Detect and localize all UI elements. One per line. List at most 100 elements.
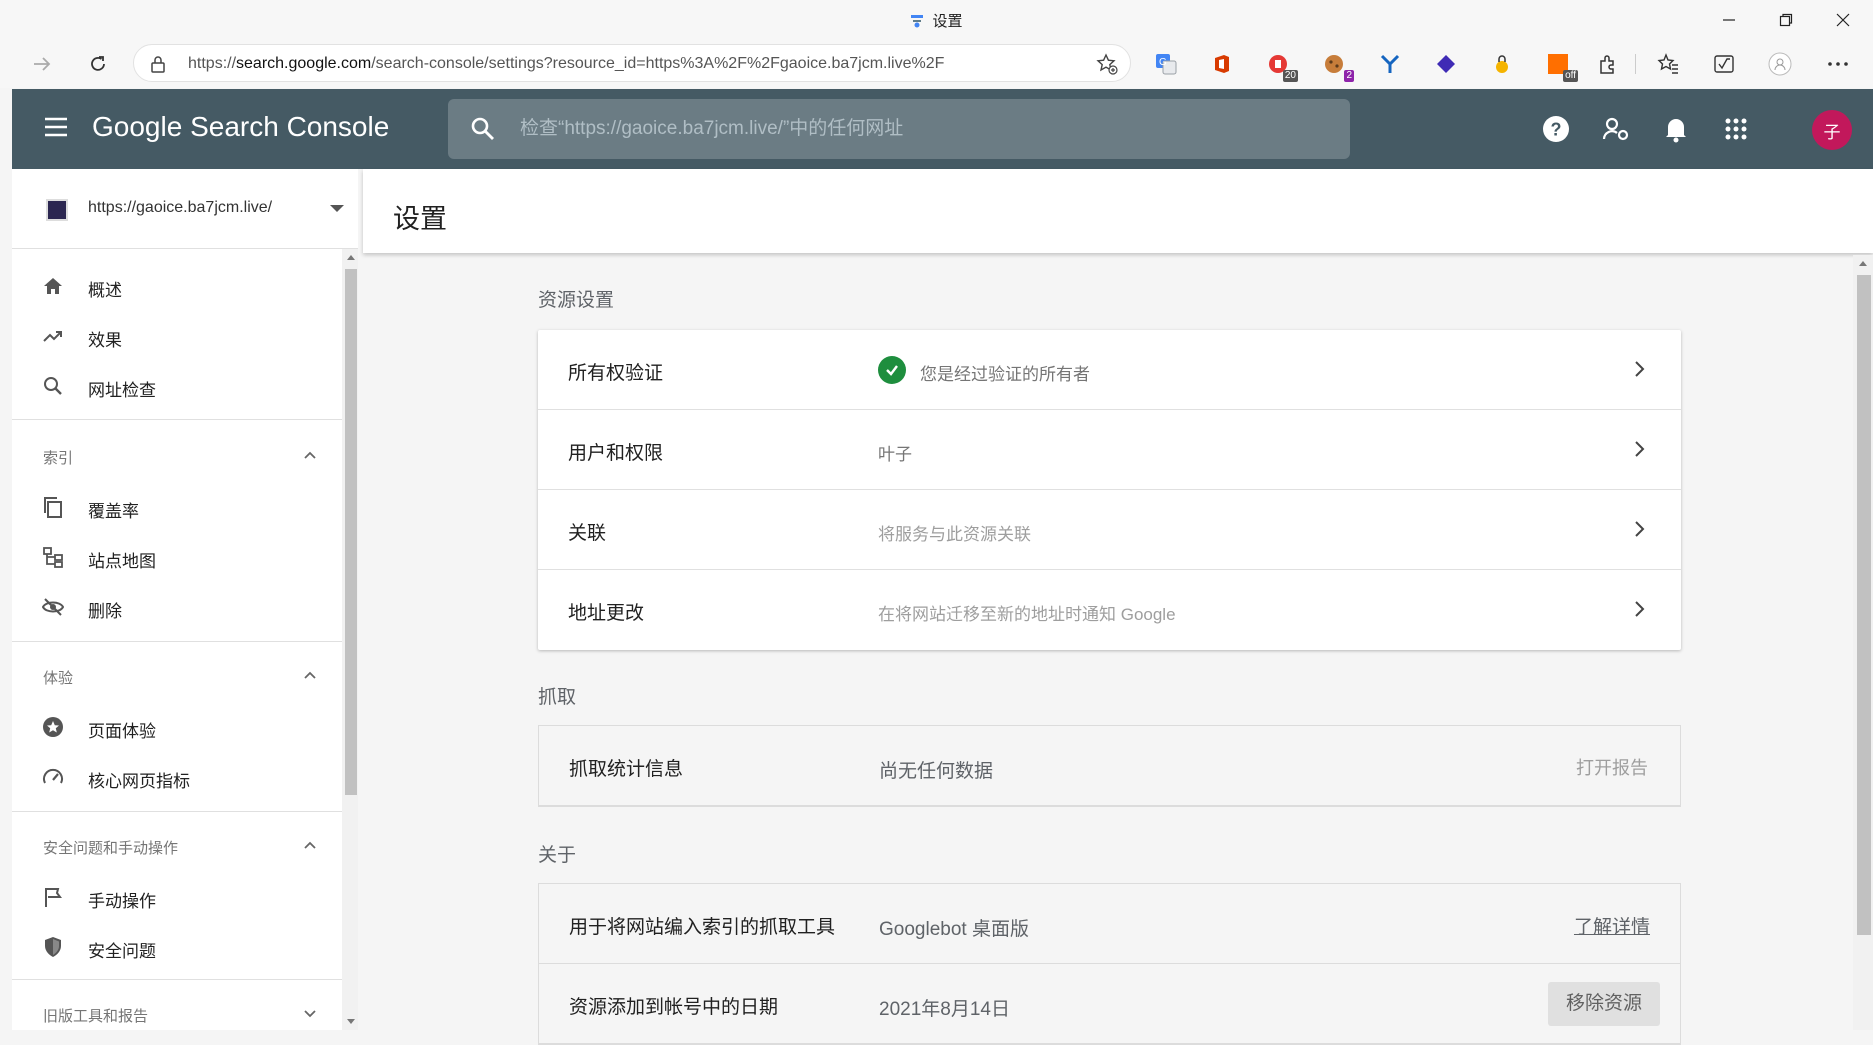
sidebar-item-security-issues[interactable]: 安全问题: [12, 923, 342, 969]
profile-icon[interactable]: [1766, 50, 1794, 78]
search-icon: [44, 377, 62, 395]
lock-ext-icon[interactable]: [1488, 50, 1516, 78]
section-title: 体验: [43, 670, 74, 687]
content-scroll-thumb[interactable]: [1857, 275, 1871, 935]
row-value: 您是经过验证的所有者: [920, 365, 1090, 384]
account-avatar[interactable]: 子: [1812, 110, 1852, 150]
extensions-puzzle-icon[interactable]: [1594, 50, 1622, 78]
svg-text:?: ?: [1551, 120, 1562, 140]
lock-icon[interactable]: [150, 55, 166, 73]
search-input[interactable]: [520, 113, 1320, 145]
sidebar-item-overview[interactable]: 概述: [12, 262, 342, 308]
sidebar-divider: [12, 811, 342, 812]
adblock-icon[interactable]: 20: [1264, 50, 1298, 82]
sidebar-item-sitemaps[interactable]: 站点地图: [12, 533, 342, 579]
math-solver-icon[interactable]: [1710, 50, 1738, 78]
favorites-icon[interactable]: [1654, 50, 1682, 78]
row-label: 用户和权限: [568, 443, 664, 464]
office-icon[interactable]: [1208, 50, 1236, 78]
sidebar-item-performance[interactable]: 效果: [12, 312, 342, 358]
sidebar-divider: [12, 641, 342, 642]
property-favicon: [46, 199, 68, 221]
property-selector[interactable]: https://gaoice.ba7jcm.live/: [12, 169, 358, 249]
dropdown-arrow-icon[interactable]: [330, 205, 344, 212]
sidebar-item-label: 安全问题: [88, 942, 156, 961]
star-circle-icon: [43, 717, 63, 737]
sidebar-item-url-inspection[interactable]: 网址检查: [12, 362, 342, 408]
sidebar-section-index[interactable]: 索引: [12, 435, 342, 475]
sidebar-item-manual-actions[interactable]: 手动操作: [12, 873, 342, 919]
remove-property-button[interactable]: 移除资源: [1547, 982, 1660, 1026]
sidebar-section-experience[interactable]: 体验: [12, 655, 342, 695]
users-permissions-row[interactable]: 用户和权限 叶子: [538, 410, 1681, 490]
forward-button[interactable]: [24, 46, 60, 82]
shield-icon: [45, 937, 61, 957]
layers-icon[interactable]: [1432, 50, 1460, 78]
trending-up-icon: [43, 331, 62, 342]
chevron-right-icon: [1635, 441, 1645, 457]
sidebar-divider: [12, 979, 342, 980]
off-ext-icon[interactable]: off: [1544, 50, 1578, 82]
row-label: 抓取统计信息: [569, 759, 684, 780]
sidebar-scroll-thumb[interactable]: [345, 269, 357, 795]
scroll-up-arrow[interactable]: [347, 255, 355, 260]
resource-settings-title: 资源设置: [538, 290, 615, 311]
sidebar-item-core-web-vitals[interactable]: 核心网页指标: [12, 753, 342, 799]
sidebar-item-removals[interactable]: 删除: [12, 583, 342, 629]
content-scrollbar[interactable]: [1853, 255, 1873, 1030]
associations-row[interactable]: 关联 将服务与此资源关联: [538, 490, 1681, 570]
learn-more-link[interactable]: 了解详情: [1574, 912, 1650, 939]
minimize-button[interactable]: [1706, 2, 1752, 38]
row-label: 关联: [568, 523, 607, 544]
admin-settings-icon[interactable]: [1598, 111, 1634, 147]
change-of-address-row[interactable]: 地址更改 在将网站迁移至新的地址时通知 Google: [538, 570, 1681, 650]
scroll-up-arrow[interactable]: [1859, 261, 1867, 266]
close-window-button[interactable]: [1820, 2, 1866, 38]
chevron-right-icon: [1635, 361, 1645, 377]
notifications-icon[interactable]: [1658, 111, 1694, 147]
chevron-up-icon: [304, 841, 316, 849]
apps-grid-icon[interactable]: [1718, 111, 1754, 147]
sidebar-section-security[interactable]: 安全问题和手动操作: [12, 825, 342, 865]
arrow-right-icon: [34, 57, 51, 71]
svg-text:G: G: [1159, 57, 1167, 68]
help-icon[interactable]: ?: [1538, 111, 1574, 147]
row-value: Googlebot 桌面版: [879, 919, 1029, 940]
section-title: 索引: [43, 450, 74, 467]
url-prefix: https://: [188, 55, 237, 72]
row-value: 叶子: [878, 445, 912, 464]
row-label: 用于将网站编入索引的抓取工具: [569, 917, 836, 938]
menu-icon[interactable]: [44, 117, 68, 137]
toolbar-separator: [1635, 54, 1636, 74]
restore-button[interactable]: [1763, 2, 1809, 38]
scroll-down-arrow[interactable]: [347, 1019, 355, 1024]
window-title: 设置: [0, 10, 1873, 31]
reload-button[interactable]: [80, 46, 116, 82]
chevron-right-icon: [1635, 521, 1645, 537]
open-report-button[interactable]: 打开报告: [1576, 754, 1648, 780]
cookie-icon[interactable]: 2: [1320, 50, 1354, 82]
y-icon[interactable]: [1376, 50, 1404, 78]
chevron-up-icon: [304, 451, 316, 459]
ownership-verification-row[interactable]: 所有权验证 您是经过验证的所有者: [538, 330, 1681, 410]
reload-icon: [91, 56, 105, 71]
row-value: 尚无任何数据: [879, 761, 994, 782]
url-inspection-search[interactable]: [448, 99, 1350, 159]
gauge-icon: [43, 768, 63, 784]
add-favorite-icon[interactable]: [1096, 53, 1118, 75]
sidebar-section-legacy[interactable]: 旧版工具和报告: [12, 993, 342, 1030]
sidebar-item-page-experience[interactable]: 页面体验: [12, 703, 342, 749]
app-brand[interactable]: Google Search Console: [92, 111, 389, 143]
settings-content: 资源设置 所有权验证 您是经过验证的所有者 用户和权限 叶子 关联 将服务与此资…: [363, 255, 1853, 1045]
sidebar-item-label: 页面体验: [88, 722, 156, 741]
search-console-favicon-icon: [911, 15, 924, 28]
sidebar-scrollbar[interactable]: [342, 249, 358, 1030]
sidebar-item-label: 站点地图: [88, 552, 156, 571]
adblock-badge: 20: [1282, 70, 1298, 82]
url-host: search.google.com: [236, 55, 372, 72]
sidebar-item-coverage[interactable]: 覆盖率: [12, 483, 342, 529]
translate-icon[interactable]: G: [1152, 50, 1180, 78]
address-bar[interactable]: https://search.google.com/search-console…: [133, 44, 1131, 82]
crawl-stats-row: 抓取统计信息 尚无任何数据 打开报告: [539, 726, 1680, 806]
more-menu-icon[interactable]: [1824, 50, 1852, 78]
